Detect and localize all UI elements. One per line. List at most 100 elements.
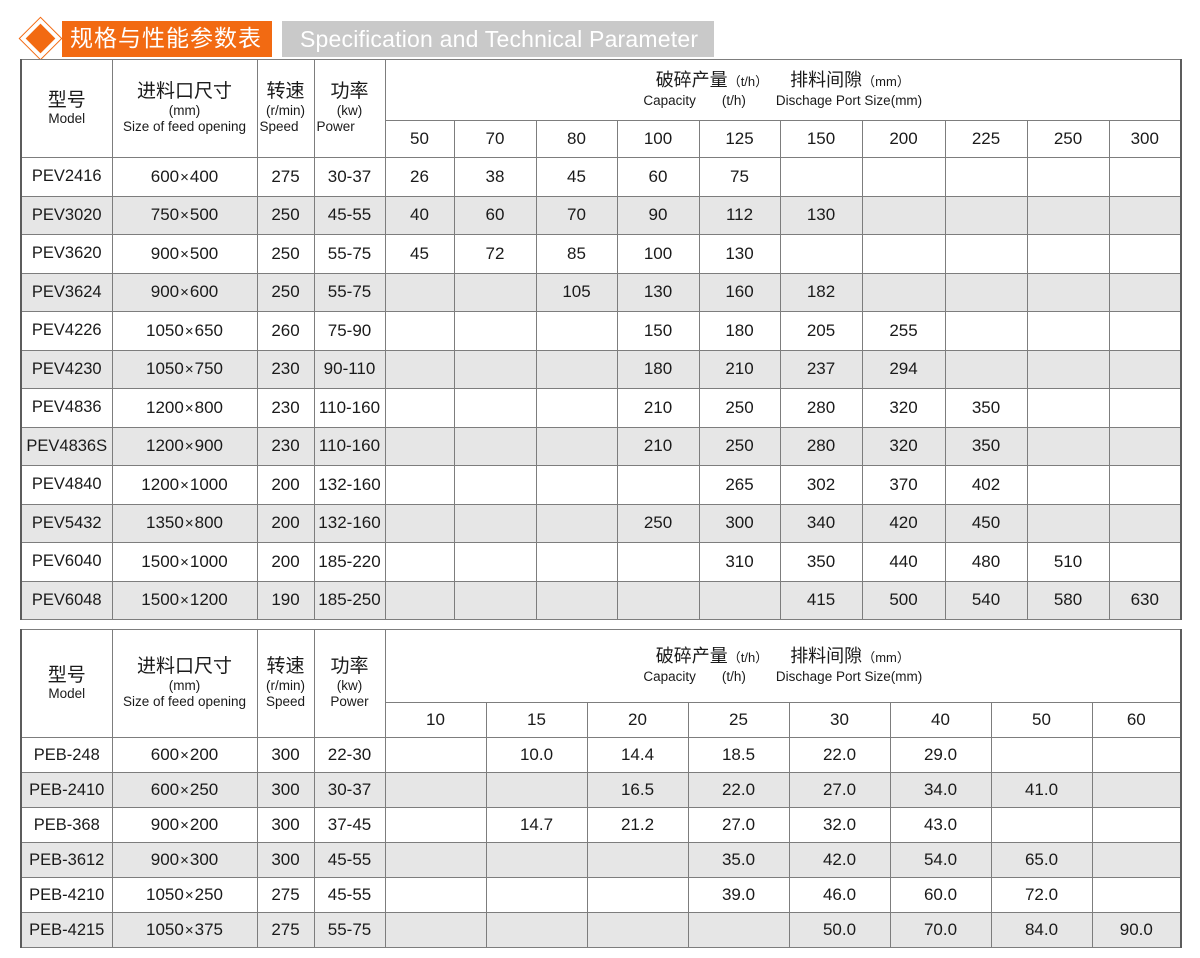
cell-capacity: 18.5 (687, 737, 790, 773)
cell-capacity: 370 (861, 465, 946, 505)
cell-capacity: 43.0 (889, 807, 992, 843)
cell-power: 55-75 (313, 234, 386, 274)
cell-capacity: 90 (616, 195, 700, 235)
gap-column-header: 250 (1026, 120, 1110, 158)
header-feed-opening: 进料口尺寸 (mm) Size of feed opening (111, 59, 258, 158)
cell-capacity: 130 (698, 234, 781, 274)
cell-capacity: 54.0 (889, 842, 992, 878)
cell-capacity: 72 (453, 234, 537, 274)
cell-capacity: 180 (698, 311, 781, 351)
table-row: PEB-3612 900×300 300 45-55 35.0 42.0 54.0 65.0 (20, 842, 1183, 878)
cell-speed: 275 (256, 877, 315, 913)
cell-capacity: 294 (861, 349, 946, 389)
cell-speed: 300 (256, 737, 315, 773)
cell-speed: 250 (256, 272, 315, 312)
cell-speed: 200 (256, 503, 315, 543)
cell-capacity: 45 (384, 234, 455, 274)
cell-capacity: 35.0 (687, 842, 790, 878)
cell-capacity: 26 (384, 157, 455, 197)
cell-capacity (1026, 195, 1110, 235)
cell-capacity (453, 349, 537, 389)
cell-capacity (698, 580, 781, 620)
cell-capacity (861, 157, 946, 197)
cell-capacity (384, 426, 455, 466)
cell-capacity (944, 311, 1028, 351)
cell-capacity: 255 (861, 311, 946, 351)
pev-specification-table: 型号 Model 进料口尺寸 (mm) Size of feed opening… (20, 59, 1183, 620)
table-row: PEV6048 1500×1200 190 185-250 415 500 540 580 63… (20, 580, 1183, 620)
cell-capacity (485, 772, 588, 808)
cell-model: PEV3624 (20, 272, 113, 312)
cell-power: 90-110 (313, 349, 386, 389)
cell-capacity (453, 311, 537, 351)
cell-capacity (944, 195, 1028, 235)
header-feed-opening: 进料口尺寸 (mm) Size of feed opening (111, 629, 258, 738)
gap-column-header: 15 (485, 702, 588, 738)
cell-capacity (1091, 737, 1183, 773)
cell-capacity (384, 912, 487, 948)
cell-capacity (535, 311, 618, 351)
cell-capacity (384, 542, 455, 582)
group-cap-en-unit: (t/h) (721, 93, 746, 109)
cell-capacity: 420 (861, 503, 946, 543)
cell-capacity (1108, 503, 1183, 543)
cell-capacity (779, 157, 863, 197)
cell-model: PEB-248 (20, 737, 113, 773)
cell-capacity (1108, 388, 1183, 428)
cell-speed: 300 (256, 842, 315, 878)
cell-capacity (1108, 234, 1183, 274)
gap-column-header: 80 (535, 120, 618, 158)
cell-capacity: 402 (944, 465, 1028, 505)
cell-capacity (384, 349, 455, 389)
cell-capacity: 27.0 (687, 807, 790, 843)
cell-capacity: 540 (944, 580, 1028, 620)
cell-model: PEV4836 (20, 388, 113, 428)
cell-capacity: 510 (1026, 542, 1110, 582)
cell-feed-opening: 600×250 (111, 772, 258, 808)
gap-column-header: 70 (453, 120, 537, 158)
cell-capacity (1091, 842, 1183, 878)
cell-model: PEB-3612 (20, 842, 113, 878)
group-gap-unit: （mm） (862, 649, 910, 665)
gap-column-header: 125 (698, 120, 781, 158)
cell-speed: 230 (256, 426, 315, 466)
header-speed: 转速 (r/min) Speed (256, 59, 315, 158)
cell-capacity (1026, 426, 1110, 466)
group-cap-en-unit: (t/h) (721, 669, 746, 685)
cell-capacity (1026, 388, 1110, 428)
cell-speed: 200 (256, 542, 315, 582)
cell-capacity: 22.0 (687, 772, 790, 808)
cell-capacity: 180 (616, 349, 700, 389)
cell-capacity: 85 (535, 234, 618, 274)
cell-capacity: 34.0 (889, 772, 992, 808)
cell-capacity: 310 (698, 542, 781, 582)
cell-capacity (1108, 542, 1183, 582)
cell-capacity (861, 195, 946, 235)
cell-capacity (1108, 465, 1183, 505)
cell-capacity (944, 157, 1028, 197)
header-model: 型号 Model (20, 629, 113, 738)
cell-speed: 275 (256, 157, 315, 197)
cell-model: PEB-368 (20, 807, 113, 843)
cell-capacity: 50.0 (788, 912, 891, 948)
cell-capacity: 150 (616, 311, 700, 351)
cell-capacity (944, 272, 1028, 312)
gap-column-header: 60 (1091, 702, 1183, 738)
cell-power: 45-55 (313, 877, 386, 913)
cell-model: PEV4230 (20, 349, 113, 389)
table-row: PEV3020 750×500 250 45-55 40 60 70 90 112 130 (20, 195, 1183, 235)
cell-model: PEV3020 (20, 195, 113, 235)
cell-capacity: 250 (698, 426, 781, 466)
cell-capacity (1108, 349, 1183, 389)
cell-capacity: 350 (944, 388, 1028, 428)
group-cap-unit: （t/h） (727, 649, 769, 665)
cell-feed-opening: 900×300 (111, 842, 258, 878)
cell-capacity: 580 (1026, 580, 1110, 620)
header-model: 型号 Model (20, 59, 113, 158)
group-cap-cn: 破碎产量 (655, 645, 728, 667)
cell-capacity: 237 (779, 349, 863, 389)
table-row: PEB-4210 1050×250 275 45-55 39.0 46.0 60.0 72.0 (20, 877, 1183, 913)
cell-feed-opening: 1050×650 (111, 311, 258, 351)
table-row: PEV4840 1200×1000 200 132-160 265 302 370 402 (20, 465, 1183, 505)
table-row: PEV3620 900×500 250 55-75 45 72 85 100 130 (20, 234, 1183, 274)
